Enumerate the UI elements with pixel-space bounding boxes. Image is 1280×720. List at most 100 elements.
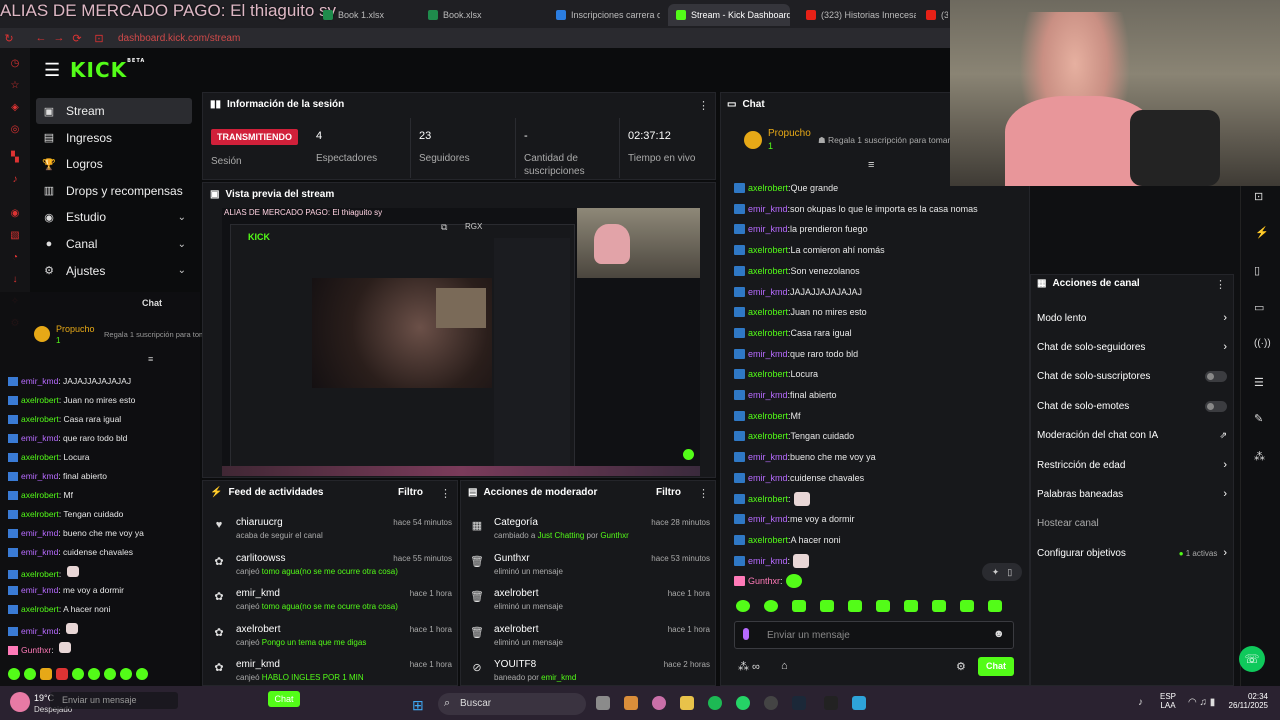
emote-picker-icon[interactable] [792,600,806,612]
chat-username[interactable]: axelrobert [748,328,788,338]
chat-username[interactable]: emir_kmd [748,473,788,483]
emote-picker-icon[interactable] [848,600,862,612]
chat-rail-icon[interactable]: ▭ [1254,301,1264,314]
mic-tray-icon[interactable]: ♪ [1138,697,1143,708]
chat-username[interactable]: emir_kmd [748,287,788,297]
chat-message[interactable]: axelrobert: La comieron ahí nomás [734,242,885,258]
chat-username[interactable]: emir_kmd [748,224,788,234]
menu-icon[interactable]: ☰ [44,60,60,81]
download-icon[interactable]: ↓ [9,274,21,286]
chrome-icon[interactable] [764,696,778,710]
url-text[interactable]: dashboard.kick.com/stream [118,33,240,44]
feed-row[interactable]: 🗑 axelrobert eliminó un mensaje hace 1 hora [470,588,710,622]
feed-row[interactable]: ✿ carlitoowss canjeó tomo agua(no se me oc… [212,553,452,587]
document-icon[interactable]: ▯ [1254,264,1260,277]
session-menu-icon[interactable]: ⋮ [698,99,709,112]
browser-tab[interactable]: (323) Historias Innecesa [798,4,916,26]
emote-picker-icon[interactable] [932,600,946,612]
chat-username[interactable]: Gunthxr [748,576,780,586]
task-view-icon[interactable] [596,696,610,710]
music-icon[interactable]: ◉ [9,208,21,220]
forward-icon[interactable]: → [50,32,68,44]
chat-gear-icon[interactable]: ⚙ [956,660,966,673]
twitch-icon[interactable]: ▚ [9,152,21,164]
chat-username[interactable]: emir_kmd [748,514,788,524]
pin-icon[interactable]: ✦ [992,567,1000,578]
channel-action-8[interactable]: Configurar objetivos ● 1 activas › [1037,544,1227,562]
steam-icon[interactable] [792,696,806,710]
feed-row[interactable]: ⊘ YOUITF8 baneado por emir_kmd hace 2 horas [470,659,710,693]
channel-action-3[interactable]: Chat de solo-emotes [1037,397,1227,415]
chat-message[interactable]: emir_kmd: me voy a dormir [734,511,855,527]
feed-row[interactable]: ✿ emir_kmd canjeó tomo agua(no se me ocurr… [212,588,452,622]
feed-filter-button[interactable]: Filtro [398,487,423,498]
clock-icon[interactable]: ◔ [9,252,21,264]
help-fab-icon[interactable]: ☏ [1239,646,1265,672]
tiktok-icon[interactable]: ♪ [9,174,21,186]
chat-message[interactable]: axelrobert: A hacer noni [734,532,841,548]
taskbar-search[interactable]: ⌕ Buscar [438,693,586,715]
toggle-switch[interactable] [1205,400,1227,412]
emote-picker-icon[interactable] [904,600,918,612]
mod-menu-icon[interactable]: ⋮ [698,487,709,500]
gamepad-icon[interactable]: ◈ [9,102,21,114]
channel-action-4[interactable]: Moderación del chat con IA ⇗ [1037,427,1227,445]
channel-action-7[interactable]: Hostear canal [1037,515,1227,533]
chat-message[interactable]: axelrobert: Mf [734,408,801,424]
feed-row[interactable]: ✿ emir_kmd canjeó HABLO INGLES POR 1 MIN ha… [212,659,452,693]
browser-tab[interactable]: Stream - Kick Dashboard [668,4,790,26]
chat-message[interactable]: axelrobert: Tengan cuidado [734,428,854,444]
channel-action-1[interactable]: Chat de solo-seguidores › [1037,338,1227,356]
pinned-user[interactable]: Propucho [768,128,811,139]
stack-icon[interactable]: ☰ [1254,376,1264,389]
mic-icon[interactable] [743,628,749,640]
bolt-rail-icon[interactable]: ⚡ [1255,226,1269,239]
chat-username[interactable]: axelrobert [748,535,788,545]
chat-settings-group-icon[interactable]: ⁂ ∞ [738,660,760,673]
feed-row[interactable]: ✿ axelrobert canjeó Pongo un tema que me d… [212,624,452,658]
sidebar-item-estudio[interactable]: ◉ Estudio ⌄ [36,204,192,230]
file-explorer-icon[interactable] [680,696,694,710]
sidebar-item-logros[interactable]: 🏆 Logros [36,151,192,177]
channel-action-5[interactable]: Restricción de edad › [1037,456,1227,474]
emote-picker-icon[interactable] [736,600,750,612]
chat-username[interactable]: axelrobert [748,307,788,317]
emoji-icon[interactable]: ☻ [993,628,1005,640]
chat-username[interactable]: emir_kmd [748,390,788,400]
bookmark-icon[interactable]: ☆ [9,80,21,92]
toggle-switch[interactable] [1205,371,1227,383]
sidebar-item-ajustes[interactable]: ⚙ Ajustes ⌄ [36,258,192,284]
sidebar-item-ingresos[interactable]: ▤ Ingresos [36,125,192,151]
browser-tab[interactable]: (3 [918,4,948,26]
browser-tab[interactable]: Inscripciones carrera de [548,4,660,26]
chat-username[interactable]: axelrobert [748,431,788,441]
chat-username[interactable]: axelrobert [748,411,788,421]
chat-message[interactable]: emir_kmd: la prendieron fuego [734,221,868,237]
channel-action-6[interactable]: Palabras baneadas › [1037,485,1227,503]
site-info-icon[interactable]: ⊡ [90,32,108,45]
kick-logo[interactable]: KICKBETA [70,58,145,82]
back-icon[interactable]: ← [32,32,50,44]
chat-username[interactable]: emir_kmd [748,452,788,462]
instagram-icon[interactable]: ◎ [9,124,21,136]
feed-row[interactable]: 🗑 axelrobert eliminó un mensaje hace 1 hora [470,624,710,658]
app-icon-3[interactable] [852,696,866,710]
chat-username[interactable]: axelrobert [748,369,788,379]
refresh-icon[interactable]: ⟳ [68,32,86,45]
chat-message[interactable]: emir_kmd: bueno che me voy ya [734,449,876,465]
chat-message[interactable]: axelrobert: Son venezolanos [734,263,860,279]
chat-message[interactable]: emir_kmd: cuidense chavales [734,470,864,486]
mod-filter-button[interactable]: Filtro [656,487,681,498]
chat-username[interactable]: emir_kmd [748,556,788,566]
chat-username[interactable]: axelrobert [748,266,788,276]
emote-picker-icon[interactable] [876,600,890,612]
chat-message[interactable]: axelrobert: Casa rara igual [734,325,852,341]
history-icon[interactable]: ◷ [9,58,21,70]
stream-preview-video[interactable]: ALIAS DE MERCADO PAGO: El thiaguito sy K… [222,208,700,476]
epic-icon[interactable] [824,696,838,710]
chat-message[interactable]: axelrobert: Que grande [734,180,838,196]
browser-tab[interactable]: Book.xlsx [420,4,530,26]
channel-actions-menu-icon[interactable]: ⋮ [1215,278,1226,291]
cube-icon[interactable]: ▧ [9,230,21,242]
feed-row[interactable]: ▦ Categoría cambiado a Just Chatting por G… [470,517,710,551]
